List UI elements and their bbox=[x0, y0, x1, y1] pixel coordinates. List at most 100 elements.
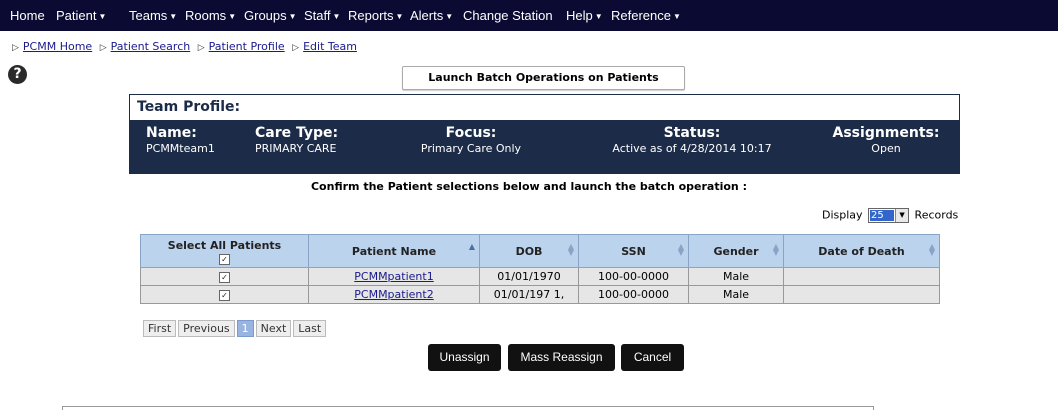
breadcrumb-patient-search[interactable]: Patient Search bbox=[111, 40, 191, 53]
pagination: First Previous 1 Next Last bbox=[143, 320, 328, 337]
breadcrumb-pcmm-home[interactable]: PCMM Home bbox=[23, 40, 92, 53]
records-per-page: Display 25 ▼ Records bbox=[822, 208, 958, 223]
breadcrumb-patient-profile[interactable]: Patient Profile bbox=[209, 40, 285, 53]
date-of-death-cell bbox=[783, 285, 940, 304]
breadcrumb-edit-team[interactable]: Edit Team bbox=[303, 40, 357, 53]
chevron-down-icon: ▼ bbox=[288, 12, 297, 21]
pager-previous-button[interactable]: Previous bbox=[178, 320, 235, 337]
nav-reference[interactable]: Reference ▼ bbox=[611, 0, 681, 31]
focus-value: Primary Care Only bbox=[420, 142, 522, 155]
row-select-checkbox[interactable]: ✓ bbox=[219, 290, 230, 301]
select-all-label: Select All Patients bbox=[167, 238, 282, 252]
chevron-down-icon: ▼ bbox=[672, 12, 681, 21]
focus-label: Focus: bbox=[445, 125, 497, 141]
ssn-cell: 100-00-0000 bbox=[578, 285, 689, 304]
team-name-value: PCMMteam1 bbox=[146, 142, 215, 155]
nav-alerts-label: Alerts bbox=[410, 8, 444, 23]
chevron-down-icon: ▼ bbox=[98, 12, 107, 21]
help-icon[interactable]: ? bbox=[8, 65, 27, 84]
chevron-down-icon: ▼ bbox=[895, 209, 909, 222]
triangle-right-icon: ▷ bbox=[99, 43, 107, 53]
team-name-label: Name: bbox=[146, 125, 197, 141]
select-all-checkbox[interactable]: ✓ bbox=[219, 253, 230, 265]
patient-name-cell: PCMMpatient2 bbox=[308, 285, 480, 304]
triangle-right-icon: ▷ bbox=[197, 43, 205, 53]
unassign-button[interactable]: Unassign bbox=[428, 344, 501, 371]
team-profile-details: Name: PCMMteam1 Care Type: PRIMARY CARE … bbox=[130, 120, 959, 173]
assignments-field: Assignments: Open bbox=[830, 125, 942, 155]
sort-ascending-icon: ▲ bbox=[468, 242, 475, 251]
patients-table: Select All Patients ✓ Patient Name ▲ DOB ▲… bbox=[140, 234, 940, 304]
cancel-button[interactable]: Cancel bbox=[621, 344, 684, 371]
nav-help[interactable]: Help ▼ bbox=[566, 0, 603, 31]
care-type-value: PRIMARY CARE bbox=[255, 142, 337, 155]
nav-groups[interactable]: Groups ▼ bbox=[244, 0, 297, 31]
nav-home-label: Home bbox=[10, 8, 45, 23]
top-navigation-bar: Home Patient ▼ Teams ▼ Rooms ▼ Groups ▼ Staf… bbox=[0, 0, 1058, 31]
table-row: ✓ PCMMpatient1 01/01/1970 100-00-0000 Ma… bbox=[140, 267, 940, 286]
display-suffix: Records bbox=[914, 208, 959, 222]
pager-current-page[interactable]: 1 bbox=[236, 320, 254, 337]
nav-rooms[interactable]: Rooms ▼ bbox=[185, 0, 236, 31]
nav-help-label: Help bbox=[566, 8, 593, 23]
records-per-page-value: 25 bbox=[870, 210, 895, 221]
gender-cell: Male bbox=[688, 285, 784, 304]
nav-patient[interactable]: Patient ▼ bbox=[56, 0, 106, 31]
triangle-right-icon: ▷ bbox=[12, 43, 19, 53]
dob-cell: 01/01/1970 bbox=[479, 267, 579, 286]
status-field: Status: Active as of 4/28/2014 10:17 bbox=[583, 125, 801, 155]
nav-groups-label: Groups bbox=[244, 8, 287, 23]
nav-alerts[interactable]: Alerts ▼ bbox=[410, 0, 453, 31]
row-select-cell: ✓ bbox=[140, 285, 309, 304]
nav-reference-label: Reference bbox=[611, 8, 671, 23]
column-header-ssn[interactable]: SSN ▲ ▼ bbox=[578, 234, 689, 268]
nav-rooms-label: Rooms bbox=[185, 8, 227, 23]
patient-name-cell: PCMMpatient1 bbox=[308, 267, 480, 286]
ssn-cell: 100-00-0000 bbox=[578, 267, 689, 286]
nav-home[interactable]: Home bbox=[10, 0, 45, 31]
chevron-down-icon: ▼ bbox=[594, 12, 603, 21]
pager-last-button[interactable]: Last bbox=[293, 320, 327, 337]
mass-reassign-button[interactable]: Mass Reassign bbox=[508, 344, 615, 371]
nav-teams[interactable]: Teams ▼ bbox=[129, 0, 177, 31]
nav-change-station[interactable]: Change Station bbox=[463, 0, 553, 31]
status-label: Status: bbox=[663, 125, 721, 141]
status-value: Active as of 4/28/2014 10:17 bbox=[612, 142, 772, 155]
breadcrumb: ▷ PCMM Home ▷ Patient Search ▷ Patient Prof… bbox=[8, 40, 357, 53]
team-name-field: Name: PCMMteam1 bbox=[146, 125, 215, 155]
column-header-patient-name[interactable]: Patient Name ▲ bbox=[308, 234, 480, 268]
display-prefix: Display bbox=[822, 208, 863, 222]
date-of-death-cell bbox=[783, 267, 940, 286]
nav-reports[interactable]: Reports ▼ bbox=[348, 0, 403, 31]
care-type-field: Care Type: PRIMARY CARE bbox=[255, 125, 338, 155]
team-profile-title: Team Profile: bbox=[130, 95, 959, 119]
column-label: Date of Death bbox=[818, 244, 905, 258]
table-row: ✓ PCMMpatient2 01/01/197 1, 100-00-0000 … bbox=[140, 285, 940, 304]
launch-batch-operations-button[interactable]: Launch Batch Operations on Patients bbox=[402, 66, 685, 90]
column-header-gender[interactable]: Gender ▲ ▼ bbox=[688, 234, 784, 268]
confirm-instructions: Confirm the Patient selections below and… bbox=[310, 180, 747, 193]
select-all-header: Select All Patients ✓ bbox=[140, 234, 309, 268]
gender-cell: Male bbox=[688, 267, 784, 286]
row-select-cell: ✓ bbox=[140, 267, 309, 286]
nav-reports-label: Reports bbox=[348, 8, 394, 23]
row-select-checkbox[interactable]: ✓ bbox=[219, 272, 230, 283]
patient-name-link[interactable]: PCMMpatient1 bbox=[354, 270, 433, 283]
sort-icon: ▲ ▼ bbox=[567, 242, 574, 257]
chevron-down-icon: ▼ bbox=[169, 12, 178, 21]
table-header-row: Select All Patients ✓ Patient Name ▲ DOB ▲… bbox=[140, 234, 940, 268]
nav-patient-label: Patient bbox=[56, 8, 97, 23]
column-label: Patient Name bbox=[351, 244, 437, 258]
pager-next-button[interactable]: Next bbox=[255, 320, 292, 337]
column-header-dob[interactable]: DOB ▲ ▼ bbox=[479, 234, 579, 268]
nav-staff[interactable]: Staff ▼ bbox=[304, 0, 340, 31]
records-per-page-select[interactable]: 25 ▼ bbox=[868, 208, 910, 223]
pager-first-button[interactable]: First bbox=[143, 320, 177, 337]
chevron-down-icon: ▼ bbox=[228, 12, 237, 21]
bottom-panel-border bbox=[62, 406, 874, 410]
focus-field: Focus: Primary Care Only bbox=[381, 125, 561, 155]
column-header-date-of-death[interactable]: Date of Death ▲ ▼ bbox=[783, 234, 940, 268]
patient-name-link[interactable]: PCMMpatient2 bbox=[354, 288, 433, 301]
dob-cell: 01/01/197 1, bbox=[479, 285, 579, 304]
care-type-label: Care Type: bbox=[255, 125, 339, 141]
